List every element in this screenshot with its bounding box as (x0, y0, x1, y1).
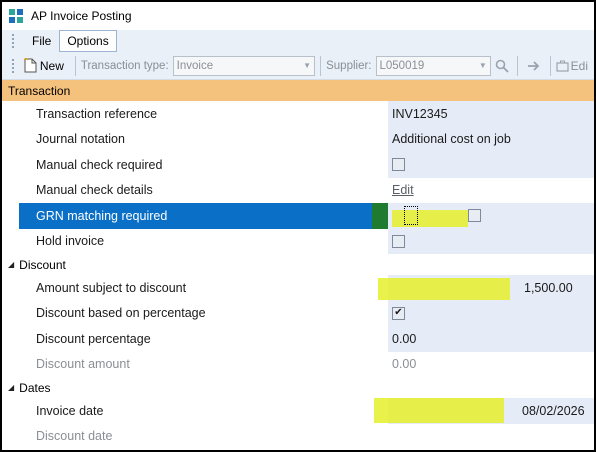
transaction-type-label: Transaction type: (80, 59, 169, 72)
chevron-down-icon: ▼ (303, 61, 312, 70)
journal-notation-field[interactable]: Additional cost on job (388, 126, 594, 152)
transaction-type-dropdown[interactable]: Invoice ▼ (172, 55, 316, 76)
property-label: Discount percentage (36, 331, 151, 346)
category-discount[interactable]: ◢ Discount (2, 254, 594, 275)
discount-percentage-value: 0.00 (392, 331, 417, 346)
supplier-dropdown[interactable]: L050019 ▼ (375, 55, 491, 76)
transaction-reference-value: INV12345 (392, 106, 448, 121)
chevron-down-icon: ▼ (478, 61, 487, 70)
invoice-date-field[interactable]: 08/02/2026 (374, 398, 594, 424)
property-label: Discount based on percentage (36, 306, 206, 321)
toolbar-separator (320, 55, 322, 76)
row-discount-amount: Discount amount 0.00 (2, 351, 594, 377)
row-gap (372, 228, 388, 254)
hold-invoice-field (388, 228, 594, 254)
toolbar-separator (517, 55, 519, 76)
toolbar: New Transaction type: Invoice ▼ Supplier… (2, 52, 594, 80)
property-label: GRN matching required (19, 203, 372, 229)
toolbar-separator (549, 55, 551, 76)
selection-marker (372, 203, 388, 229)
property-label: Amount subject to discount (36, 280, 187, 295)
row-amount-subject-to-discount[interactable]: Amount subject to discount 1,500.00 (2, 275, 594, 301)
property-label: Discount amount (36, 357, 130, 372)
discount-amount-value: 0.00 (392, 357, 417, 372)
category-label: Dates (19, 380, 51, 395)
row-discount-percentage[interactable]: Discount percentage 0.00 (2, 326, 594, 352)
menu-bar: File Options (2, 30, 594, 52)
property-label: Manual check required (36, 157, 163, 172)
search-icon[interactable] (493, 57, 510, 75)
row-gap (372, 126, 388, 152)
property-label: Discount date (36, 429, 113, 444)
property-label: Journal notation (36, 132, 125, 147)
collapse-triangle-icon[interactable]: ◢ (8, 260, 14, 269)
new-button-label: New (39, 58, 64, 73)
row-grn-matching-required[interactable]: GRN matching required (2, 203, 594, 229)
row-discount-based-on-percentage[interactable]: Discount based on percentage ✔ (2, 300, 594, 326)
amount-subject-field[interactable]: 1,500.00 (378, 275, 594, 301)
briefcase-icon (556, 60, 569, 72)
journal-notation-value: Additional cost on job (392, 132, 511, 147)
row-gap (372, 351, 388, 377)
menu-grip-handle[interactable] (11, 33, 15, 49)
manual-check-required-field (388, 152, 594, 178)
menu-file[interactable]: File (24, 30, 59, 52)
discount-amount-field: 0.00 (388, 351, 594, 377)
discount-based-on-percentage-field: ✔ (388, 300, 594, 326)
supplier-label: Supplier: (326, 59, 372, 72)
row-gap (372, 177, 388, 203)
property-label: Hold invoice (36, 234, 105, 249)
collapse-triangle-icon[interactable]: ◢ (8, 383, 14, 392)
property-label: Invoice date (36, 403, 104, 418)
app-window: AP Invoice Posting File Options New Tran… (0, 0, 596, 452)
transaction-type-value: Invoice (176, 59, 214, 72)
manual-check-required-checkbox[interactable] (392, 158, 405, 172)
toolbar-grip-handle[interactable] (11, 57, 15, 74)
manual-check-details-field: Edit (388, 177, 594, 203)
row-gap (372, 326, 388, 352)
category-dates[interactable]: ◢ Dates (2, 377, 594, 398)
invoice-date-value: 08/02/2026 (522, 403, 585, 418)
edit-button-label: Edi (570, 58, 588, 73)
row-gap (372, 152, 388, 178)
highlight-marker (374, 398, 504, 424)
discount-date-field (388, 423, 594, 449)
edit-button[interactable]: Edi (556, 59, 588, 73)
transaction-reference-field[interactable]: INV12345 (388, 101, 594, 127)
highlight-marker (378, 277, 510, 300)
discount-percentage-field[interactable]: 0.00 (388, 326, 594, 352)
grn-matching-required-field (388, 203, 594, 229)
property-label: Manual check details (36, 183, 153, 198)
row-invoice-date[interactable]: Invoice date 08/02/2026 (2, 398, 594, 424)
app-logo-icon (8, 8, 24, 24)
focus-rectangle (404, 206, 418, 225)
new-button[interactable]: New (23, 58, 64, 73)
arrow-right-icon[interactable] (525, 57, 542, 75)
row-gap (372, 300, 388, 326)
menu-options[interactable]: Options (59, 30, 117, 52)
discount-based-on-percentage-checkbox[interactable]: ✔ (392, 306, 405, 320)
row-manual-check-required[interactable]: Manual check required (2, 152, 594, 178)
row-hold-invoice[interactable]: Hold invoice (2, 228, 594, 254)
row-manual-check-details[interactable]: Manual check details Edit (2, 177, 594, 203)
row-transaction-reference[interactable]: Transaction reference INV12345 (2, 101, 594, 127)
supplier-value: L050019 (379, 59, 425, 72)
row-gap (372, 423, 388, 449)
row-discount-date: Discount date (2, 423, 594, 449)
window-title: AP Invoice Posting (31, 9, 132, 23)
category-label: Transaction (8, 83, 71, 98)
amount-subject-value: 1,500.00 (524, 280, 573, 295)
category-label: Discount (19, 257, 66, 272)
property-grid: Transaction Transaction reference INV123… (2, 80, 594, 449)
hold-invoice-checkbox[interactable] (392, 234, 405, 248)
category-transaction[interactable]: Transaction (2, 80, 594, 101)
grn-matching-required-checkbox[interactable] (468, 209, 481, 223)
property-label: Transaction reference (36, 106, 158, 121)
row-journal-notation[interactable]: Journal notation Additional cost on job (2, 126, 594, 152)
manual-check-details-edit-link[interactable]: Edit (392, 183, 414, 197)
new-document-icon (23, 58, 37, 73)
title-bar: AP Invoice Posting (2, 2, 594, 30)
toolbar-separator (74, 55, 76, 76)
row-gap (372, 101, 388, 127)
